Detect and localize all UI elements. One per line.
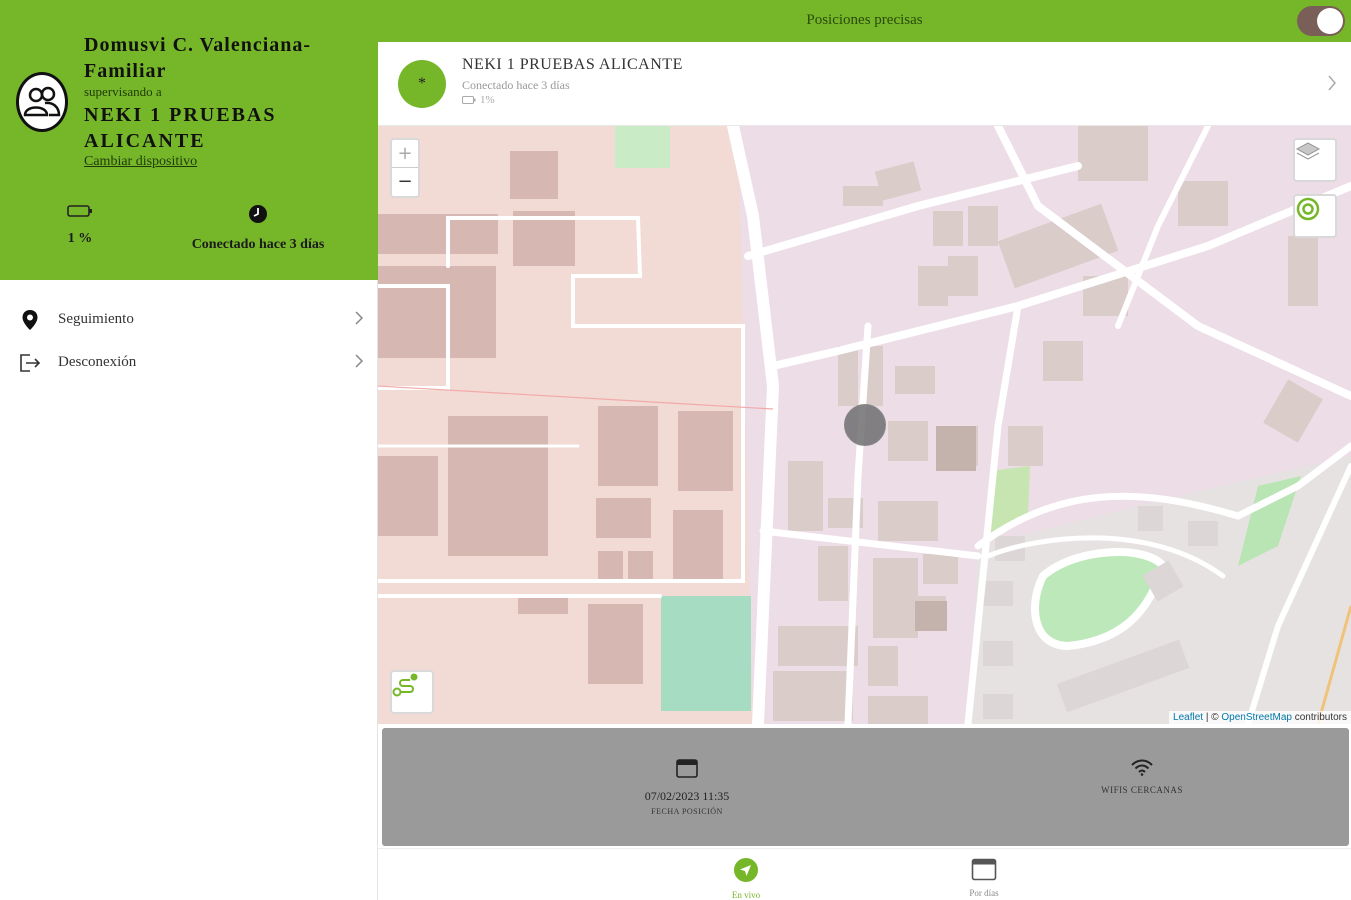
position-info-panel: 07/02/2023 11:35 FECHA POSICIÓN WIFIS CE… [382,728,1349,846]
device-battery: 1% [462,94,495,106]
supervising-label: supervisando a [84,84,162,99]
layers-button[interactable] [1293,138,1337,182]
connection-value: Conectado hace 3 días [191,237,325,252]
toggle-knob [1317,8,1343,34]
nearby-wifis-label: WIFIS CERCANAS [1101,785,1183,795]
device-status: Conectado hace 3 días [462,78,570,92]
nearby-wifis[interactable]: WIFIS CERCANAS [1042,758,1242,795]
map-view[interactable]: + − Leaflet | © OpenStreetMap contributo… [378,126,1351,724]
tab-by-days[interactable]: Por días [924,857,1044,898]
position-date: 07/02/2023 11:35 FECHA POSICIÓN [582,758,792,816]
battery-icon [462,96,476,104]
tab-live[interactable]: En vivo [686,857,806,900]
organization-name: Domusvi C. Valenciana-Familiar [84,34,312,82]
chevron-right-icon [355,311,364,325]
calendar-icon [676,759,698,778]
sidebar-item-seguimiento[interactable]: Seguimiento [0,298,378,341]
route-button[interactable] [390,670,434,714]
zoom-control: + − [390,138,420,198]
attribution-separator: | © [1203,712,1222,723]
route-icon [392,673,418,697]
battery-icon [67,205,92,217]
navigation-arrow-icon [734,858,758,882]
tab-by-days-label: Por días [969,888,999,898]
layers-icon [1295,142,1321,160]
clock-icon [249,205,267,223]
zoom-in-button[interactable]: + [392,140,418,168]
device-battery-value: 1% [480,94,495,106]
change-device-link[interactable]: Cambiar dispositivo [84,154,197,170]
osm-link[interactable]: OpenStreetMap [1221,712,1292,723]
bottom-navigation: En vivo Por días [378,848,1351,900]
page-title: Posiciones precisas [806,12,923,28]
location-pin-icon [18,308,42,332]
sidebar: Domusvi C. Valenciana-Familiar supervisa… [0,0,378,900]
battery-stat: 1 % [50,204,110,247]
logout-icon [18,351,42,375]
sidebar-menu: Seguimiento Desconexión [0,298,378,384]
profile-header: Domusvi C. Valenciana-Familiar supervisa… [0,0,378,280]
target-icon [1296,197,1320,221]
sidebar-item-desconexion[interactable]: Desconexión [0,341,378,384]
calendar-icon [971,858,997,881]
precise-positions-toggle[interactable] [1297,6,1345,36]
sidebar-item-label: Seguimiento [58,311,134,327]
device-position-marker[interactable] [844,404,886,446]
wifi-icon [1131,759,1153,776]
device-row[interactable]: * NEKI 1 PRUEBAS ALICANTE Conectado hace… [378,42,1351,126]
position-date-label: FECHA POSICIÓN [651,807,723,816]
chevron-right-icon [355,354,364,368]
battery-value: 1 % [67,231,93,246]
chevron-right-icon [1328,75,1336,91]
device-avatar: * [398,60,446,108]
leaflet-link[interactable]: Leaflet [1173,712,1203,723]
sidebar-item-label: Desconexión [58,354,137,370]
attribution-suffix: contributors [1291,712,1347,723]
connection-stat: Conectado hace 3 días [168,204,348,253]
supervised-device-name: NEKI 1 PRUEBAS ALICANTE [84,104,277,152]
tab-live-label: En vivo [731,890,761,900]
zoom-out-button[interactable]: − [392,168,418,196]
device-name: NEKI 1 PRUEBAS ALICANTE [462,56,683,73]
position-date-value: 07/02/2023 11:35 [644,789,730,803]
user-group-avatar-icon [16,72,68,132]
locate-button[interactable] [1293,194,1337,238]
map-attribution: Leaflet | © OpenStreetMap contributors [1169,711,1351,724]
top-bar: Posiciones precisas [378,0,1351,42]
